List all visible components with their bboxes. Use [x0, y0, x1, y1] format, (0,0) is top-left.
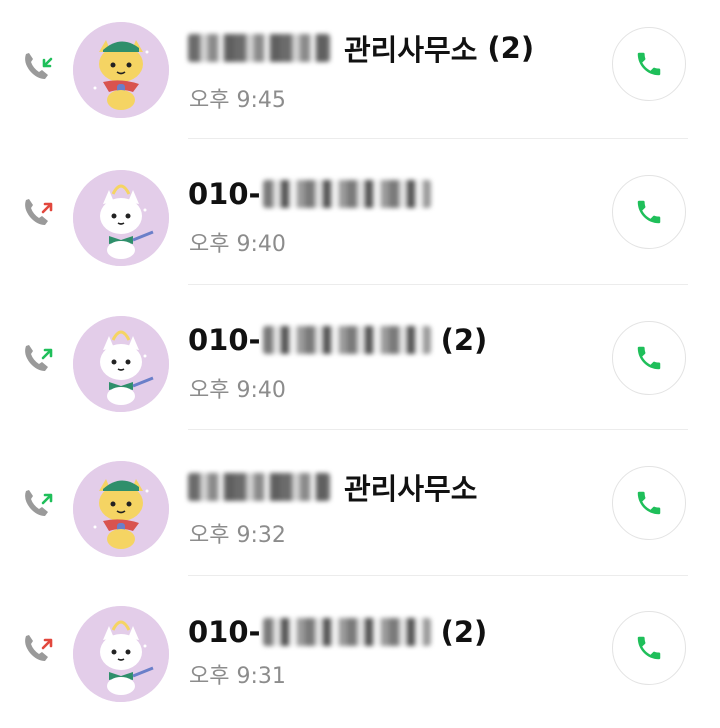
outgoing-call-icon: [20, 338, 64, 378]
call-button[interactable]: [612, 321, 686, 395]
name-text: 관리사무소: [344, 33, 478, 67]
avatar: [73, 316, 169, 412]
call-log-list: 관리사무소 (2) 오후 9:45 010- 오후 9:40 010- (2) …: [0, 0, 720, 720]
contact-name: 010- (2): [188, 320, 487, 360]
name-text: 010-: [188, 615, 261, 649]
contact-name: 010- (2): [188, 612, 487, 652]
call-button[interactable]: [612, 175, 686, 249]
incoming-call-icon: [20, 46, 64, 86]
call-log-row[interactable]: 010- 오후 9:40: [0, 146, 720, 292]
phone-icon: [637, 346, 661, 370]
call-time: 오후 9:40: [189, 378, 286, 403]
outgoing-call-icon: [20, 628, 64, 668]
avatar: [73, 461, 169, 557]
outgoing-call-icon: [20, 483, 64, 523]
avatar: [73, 606, 169, 702]
avatar: [73, 22, 169, 118]
phone-icon: [637, 491, 661, 515]
redacted-number: [262, 180, 431, 208]
redacted-name: [188, 34, 330, 62]
divider: [188, 138, 688, 139]
redacted-number: [262, 326, 431, 354]
contact-name: 관리사무소 (2): [188, 28, 534, 68]
call-button[interactable]: [612, 466, 686, 540]
name-text: 010-: [188, 177, 261, 211]
call-count: (2): [487, 31, 535, 65]
call-count: (2): [440, 323, 488, 357]
call-time: 오후 9:45: [189, 88, 286, 113]
call-log-row[interactable]: 010- (2) 오후 9:31: [0, 582, 720, 728]
call-button[interactable]: [612, 611, 686, 685]
contact-name: 010-: [188, 174, 431, 214]
call-button[interactable]: [612, 27, 686, 101]
contact-name: 관리사무소: [188, 467, 477, 507]
call-time: 오후 9:31: [189, 664, 286, 689]
call-log-row[interactable]: 010- (2) 오후 9:40: [0, 292, 720, 438]
name-text: 010-: [188, 323, 261, 357]
avatar: [73, 170, 169, 266]
redacted-name: [188, 473, 330, 501]
divider: [188, 284, 688, 285]
outgoing-call-icon: [20, 192, 64, 232]
name-text: 관리사무소: [344, 472, 478, 506]
call-count: (2): [440, 615, 488, 649]
phone-icon: [637, 52, 661, 76]
call-time: 오후 9:40: [189, 232, 286, 257]
phone-icon: [637, 636, 661, 660]
call-time: 오후 9:32: [189, 523, 286, 548]
divider: [188, 575, 688, 576]
redacted-number: [262, 618, 431, 646]
divider: [188, 429, 688, 430]
call-log-row[interactable]: 관리사무소 (2) 오후 9:45: [0, 0, 720, 146]
call-log-row[interactable]: 관리사무소 오후 9:32: [0, 437, 720, 583]
phone-icon: [637, 200, 661, 224]
